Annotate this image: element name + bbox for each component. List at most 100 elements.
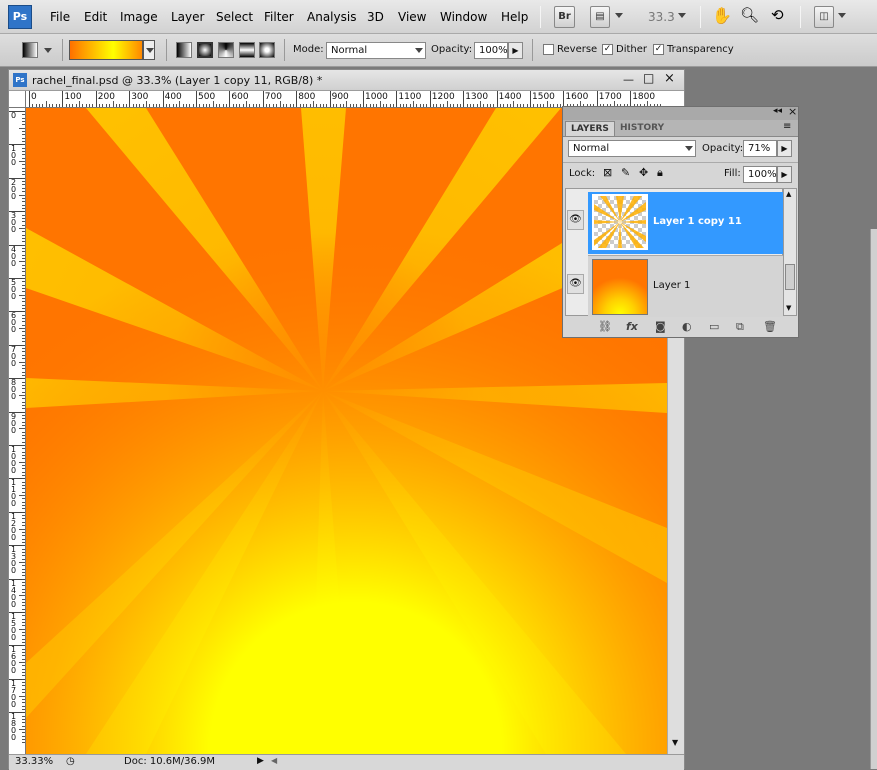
scroll-down-icon[interactable]: ▼ [672,738,678,747]
collapse-icon[interactable]: ◂◂ [773,106,782,116]
ruler-tick [262,91,264,107]
dither-checkbox[interactable]: ✓ [602,44,613,55]
add-mask-icon[interactable]: ◙ [655,320,666,333]
layer-thumbnail [592,194,648,250]
menu-edit[interactable]: Edit [84,10,107,24]
lock-image-icon[interactable]: ✎ [621,166,630,179]
layer-opacity-input[interactable]: 71% [743,140,777,157]
layer-name[interactable]: Layer 1 [653,280,690,291]
menu-analysis[interactable]: Analysis [307,10,356,24]
adjustment-layer-icon[interactable]: ◐ [682,320,692,333]
layer-name[interactable]: Layer 1 copy 11 [653,216,742,227]
scroll-left-icon[interactable]: ◀ [271,756,277,765]
lock-position-icon[interactable]: ✥ [639,166,648,179]
document-title-bar[interactable]: Ps rachel_final.psd @ 33.3% (Layer 1 cop… [9,70,684,91]
mode-label: Mode: [293,44,324,55]
arrange-documents-button[interactable]: ◫ [814,6,834,28]
fill-input[interactable]: 100% [743,166,777,183]
lock-transparent-icon[interactable]: ⊠ [603,166,612,179]
lock-all-icon[interactable]: 🔒︎ [657,166,663,180]
status-menu-icon[interactable]: ▶ [257,756,264,766]
menu-file[interactable]: File [50,10,70,24]
layer-row[interactable]: Layer 1 [588,255,785,317]
ruler-minor-tick [19,695,25,697]
opacity-input[interactable]: 100% [474,42,508,59]
minimize-icon[interactable]: — [623,73,634,86]
fill-slider-button[interactable]: ▶ [777,166,792,183]
menu-window[interactable]: Window [440,10,487,24]
ruler-tick [95,91,97,107]
new-layer-icon[interactable]: ⧉ [736,320,744,334]
transparency-checkbox[interactable]: ✓ [653,44,664,55]
chevron-down-icon[interactable] [615,13,623,18]
panel-menu-icon[interactable]: ≡ [783,121,791,132]
layer-opacity-slider-button[interactable]: ▶ [777,140,792,157]
diamond-gradient-icon[interactable] [259,42,275,58]
scroll-thumb[interactable] [785,264,795,290]
ruler-label: 1800 [632,92,656,102]
gradient-swatch[interactable] [69,40,143,60]
status-icon[interactable]: ◷ [66,756,75,767]
rotate-view-icon[interactable]: ⟲ [771,6,784,24]
bridge-button[interactable]: Br [554,6,575,28]
radial-gradient-icon[interactable] [197,42,213,58]
layers-list: Layer 1 copy 11 Layer 1 [565,188,785,317]
visibility-toggle[interactable]: 👁︎ [567,210,584,230]
frame-view-button[interactable]: ▤ [590,6,610,28]
close-icon[interactable]: × [664,71,675,86]
ruler-tick [329,91,331,107]
close-icon[interactable]: × [788,105,797,118]
opacity-slider-button[interactable]: ▶ [508,42,523,59]
menu-select[interactable]: Select [216,10,253,24]
reverse-label: Reverse [557,44,598,55]
menu-help[interactable]: Help [501,10,528,24]
link-layers-icon[interactable]: ⛓︎ [598,320,612,333]
zoom-status[interactable]: 33.33% [15,756,53,767]
layer-style-button[interactable]: fx [626,320,638,333]
hand-tool-icon[interactable]: ✋ [712,6,732,25]
menu-filter[interactable]: Filter [264,10,294,24]
mode-select[interactable]: Normal [326,42,426,59]
eye-icon: 👁︎ [569,278,582,289]
new-group-icon[interactable]: ▭ [709,320,719,333]
options-bar: Mode: Normal Opacity: 100% ▶ Reverse ✓ D… [0,34,877,67]
blend-mode-select[interactable]: Normal [568,140,696,157]
linear-gradient-icon[interactable] [176,42,192,58]
trash-icon[interactable]: 🗑︎ [763,320,777,333]
chevron-down-icon[interactable] [678,13,686,18]
layer-row-selected[interactable]: Layer 1 copy 11 [588,192,785,254]
scroll-down-icon[interactable]: ▼ [786,304,791,312]
menu-layer[interactable]: Layer [171,10,204,24]
chevron-down-icon [415,48,423,53]
chevron-down-icon[interactable] [44,48,52,53]
ruler-minor-tick [446,101,448,107]
scroll-up-icon[interactable]: ▲ [786,190,791,198]
ruler-label: 500 [11,278,17,301]
panel-header[interactable]: ◂◂ × [563,105,798,120]
maximize-icon[interactable]: □ [643,71,654,85]
ruler-label: 1100 [11,478,17,509]
gradient-tool-preset-icon[interactable] [22,42,38,58]
ruler-label: 1300 [11,545,17,576]
visibility-toggle[interactable]: 👁︎ [567,274,584,294]
ruler-label: 1800 [11,712,17,743]
reverse-checkbox[interactable] [543,44,554,55]
ruler-origin[interactable] [9,91,26,108]
zoom-level[interactable]: 33.3 [648,10,675,24]
reflected-gradient-icon[interactable] [239,42,255,58]
ruler-minor-tick [513,101,515,107]
tab-history[interactable]: HISTORY [615,121,669,136]
ruler-minor-tick [19,261,25,263]
ruler-minor-tick [19,194,25,196]
layers-scrollbar[interactable]: ▲ ▼ [783,188,797,316]
menu-image[interactable]: Image [120,10,158,24]
menu-view[interactable]: View [398,10,426,24]
gradient-picker-button[interactable] [143,40,155,60]
ruler-minor-tick [19,227,25,229]
zoom-tool-icon[interactable]: 🔍︎ [740,6,759,24]
vertical-ruler[interactable]: 0 100 200 300 400 500 600 700 800 900 1000 1100 1200… [9,108,26,754]
menu-3d[interactable]: 3D [367,10,384,24]
angle-gradient-icon[interactable] [218,42,234,58]
tab-layers[interactable]: LAYERS [565,121,615,136]
chevron-down-icon[interactable] [838,13,846,18]
